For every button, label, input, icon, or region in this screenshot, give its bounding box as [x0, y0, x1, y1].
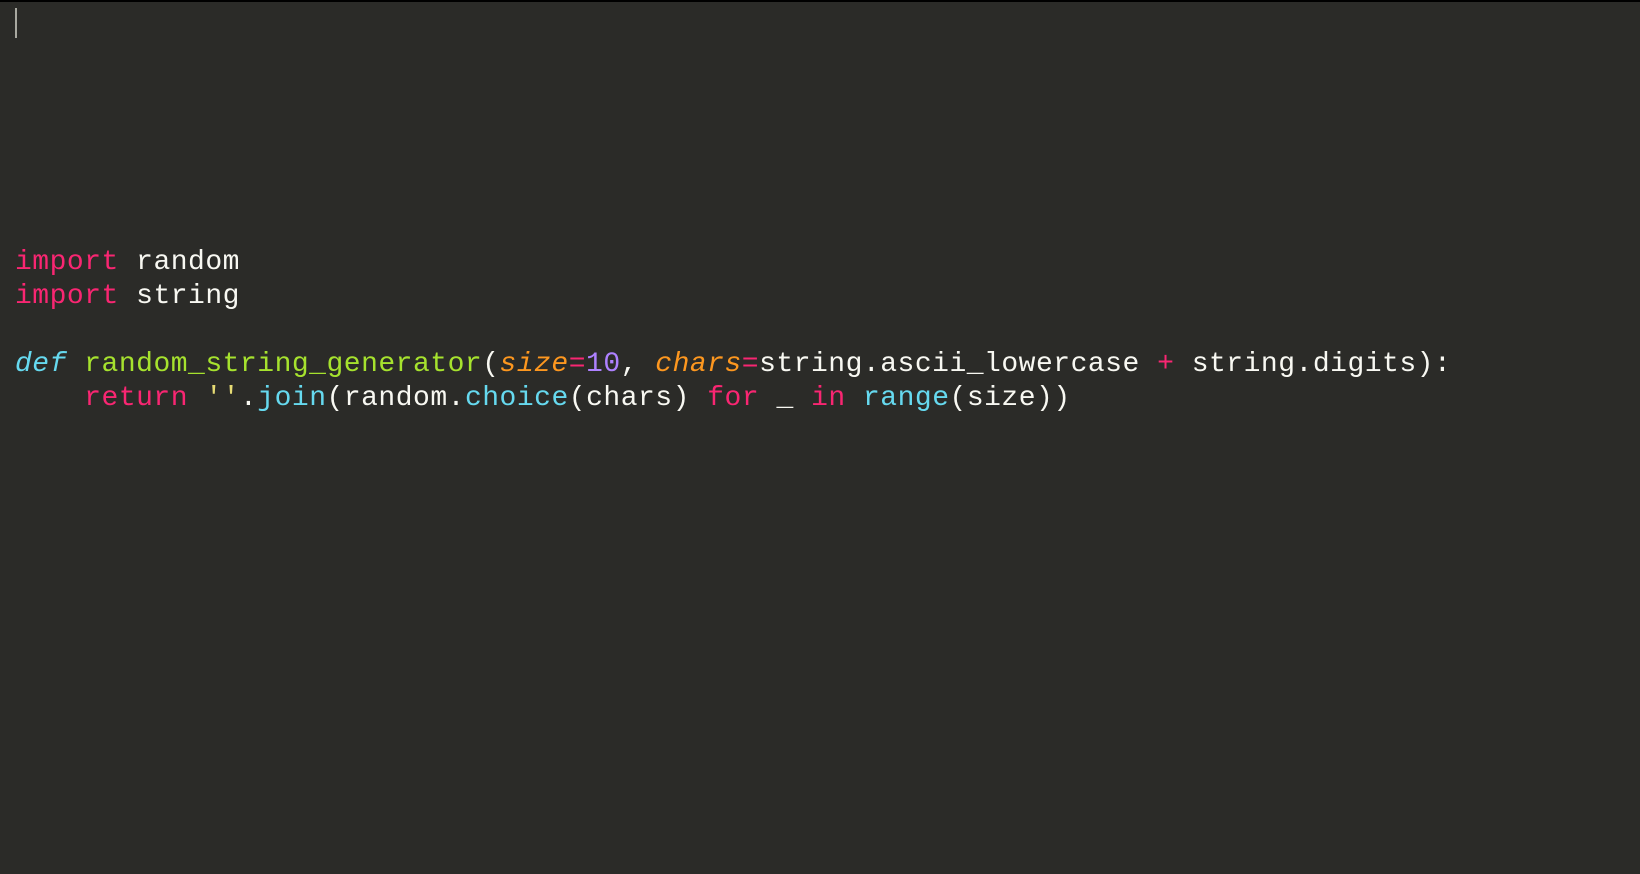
dot: .	[240, 383, 257, 414]
space	[119, 247, 136, 278]
keyword-for: for	[707, 383, 759, 414]
lparen: (	[950, 383, 967, 414]
code-line[interactable]: def random_string_generator(size=10, cha…	[15, 349, 1451, 380]
param-size: size	[500, 349, 569, 380]
number-10: 10	[586, 349, 621, 380]
space	[188, 383, 205, 414]
keyword-in: in	[811, 383, 846, 414]
space	[1174, 349, 1191, 380]
lparen: (	[569, 383, 586, 414]
rparen-colon: ):	[1417, 349, 1452, 380]
text-cursor	[15, 8, 17, 38]
method-choice: choice	[465, 383, 569, 414]
module-string: string	[136, 281, 240, 312]
keyword-return: return	[84, 383, 188, 414]
space	[67, 349, 84, 380]
code-content[interactable]: import random import string def random_s…	[15, 8, 1640, 416]
identifier-size: size	[967, 383, 1036, 414]
code-line[interactable]: return ''.join(random.choice(chars) for …	[15, 383, 1071, 414]
code-editor[interactable]: import random import string def random_s…	[0, 2, 1640, 416]
string-empty: ''	[205, 383, 240, 414]
method-join: join	[257, 383, 326, 414]
dot: .	[1296, 349, 1313, 380]
keyword-def: def	[15, 349, 67, 380]
space	[119, 281, 136, 312]
identifier-ascii-lowercase: ascii_lowercase	[880, 349, 1157, 380]
identifier-string: string	[1192, 349, 1296, 380]
identifier-digits: digits	[1313, 349, 1417, 380]
identifier-random: random	[344, 383, 448, 414]
plus: +	[1157, 349, 1174, 380]
indent	[15, 383, 84, 414]
dot: .	[863, 349, 880, 380]
identifier-string: string	[759, 349, 863, 380]
space	[846, 383, 863, 414]
lparen: (	[482, 349, 499, 380]
code-line[interactable]: import random	[15, 247, 240, 278]
comma: ,	[621, 349, 656, 380]
rparen: )	[673, 383, 708, 414]
equals: =	[569, 349, 586, 380]
underscore: _	[759, 383, 811, 414]
param-chars: chars	[655, 349, 742, 380]
equals: =	[742, 349, 759, 380]
keyword-import: import	[15, 247, 119, 278]
identifier-chars: chars	[586, 383, 673, 414]
module-random: random	[136, 247, 240, 278]
dot: .	[448, 383, 465, 414]
builtin-range: range	[863, 383, 950, 414]
code-line[interactable]: import string	[15, 281, 240, 312]
function-name: random_string_generator	[84, 349, 482, 380]
lparen: (	[327, 383, 344, 414]
rparen: ))	[1036, 383, 1071, 414]
keyword-import: import	[15, 281, 119, 312]
